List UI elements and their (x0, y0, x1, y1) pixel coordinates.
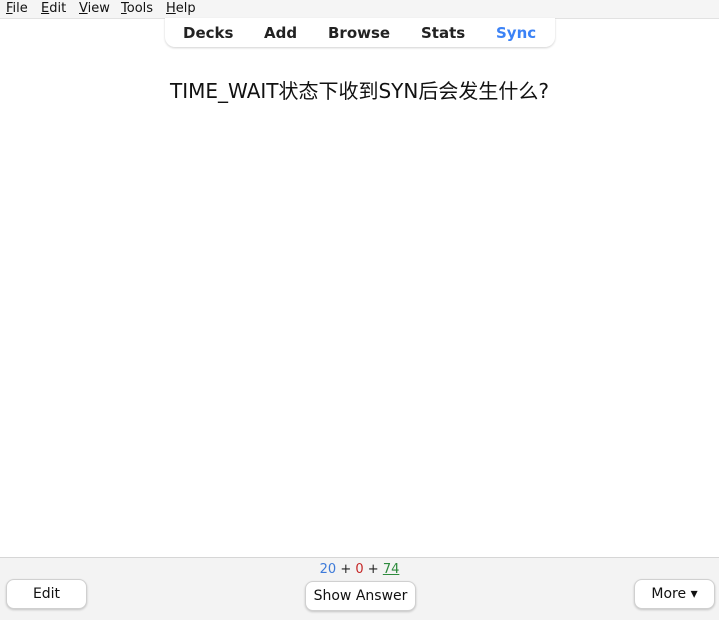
new-count: 20 (319, 562, 337, 577)
tab-stats[interactable]: Stats (421, 24, 465, 42)
edit-button[interactable]: Edit (6, 579, 87, 609)
menu-bar: File Edit View Tools Help (0, 0, 719, 19)
menu-file[interactable]: File (6, 1, 28, 17)
card-question: TIME_WAIT状态下收到SYN后会发生什么? (170, 79, 549, 103)
menu-view[interactable]: View (79, 1, 110, 17)
tab-decks[interactable]: Decks (183, 24, 233, 42)
show-answer-button[interactable]: Show Answer (305, 581, 416, 611)
more-button[interactable]: More ▾ (634, 579, 715, 609)
review-bottom-bar: 20 + 0 + 74 Edit Show Answer More ▾ (0, 557, 719, 620)
due-counts: 20 + 0 + 74 (0, 562, 719, 577)
tab-add[interactable]: Add (264, 24, 297, 42)
learn-count: 0 (355, 562, 364, 577)
tab-browse[interactable]: Browse (328, 24, 390, 42)
count-separator: + (336, 562, 356, 577)
review-count: 74 (382, 562, 400, 577)
menu-edit[interactable]: Edit (41, 1, 66, 17)
top-toolbar: Decks Add Browse Stats Sync (165, 18, 555, 47)
menu-help[interactable]: Help (166, 1, 196, 17)
tab-sync[interactable]: Sync (496, 24, 536, 42)
menu-tools[interactable]: Tools (121, 1, 153, 17)
count-separator: + (363, 562, 383, 577)
